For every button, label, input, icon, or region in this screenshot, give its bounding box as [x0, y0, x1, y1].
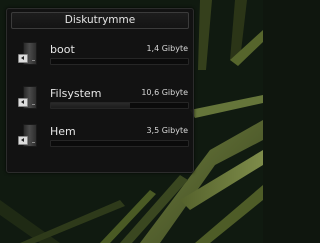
disk-usage-bar: [50, 102, 189, 109]
hard-drive-icon[interactable]: [18, 86, 37, 109]
widget-title[interactable]: Diskutrymme: [11, 12, 189, 29]
hard-drive-icon[interactable]: [18, 124, 37, 147]
disk-size: 1,4 Gibyte: [146, 44, 188, 53]
disk-usage-bar: [50, 140, 189, 147]
disk-name: boot: [50, 43, 75, 56]
disk-item-boot[interactable]: boot 1,4 Gibyte: [17, 42, 189, 68]
disk-item-hem[interactable]: Hem 3,5 Gibyte: [17, 124, 189, 150]
drive-led: [32, 142, 35, 143]
mount-arrow-icon: [18, 136, 28, 145]
disk-name: Filsystem: [50, 87, 102, 100]
disk-usage-fill: [51, 103, 131, 108]
disk-item-filsystem[interactable]: Filsystem 10,6 Gibyte: [17, 86, 189, 112]
mount-arrow-icon: [18, 98, 28, 107]
mount-arrow-icon: [18, 54, 28, 63]
disk-size: 3,5 Gibyte: [146, 126, 188, 135]
disk-name: Hem: [50, 125, 76, 138]
disk-space-widget: Diskutrymme boot 1,4 Gibyte Filsystem 10…: [6, 8, 194, 173]
disk-size: 10,6 Gibyte: [141, 88, 188, 97]
drive-led: [32, 60, 35, 61]
hard-drive-icon[interactable]: [18, 42, 37, 65]
disk-usage-bar: [50, 58, 189, 65]
drive-led: [32, 104, 35, 105]
